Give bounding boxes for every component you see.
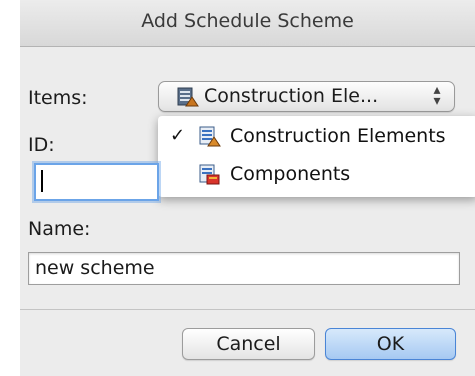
- divider: [20, 309, 475, 310]
- items-popup-value: Construction Ele...: [204, 85, 379, 107]
- checkmark-icon: ✓: [170, 125, 186, 146]
- items-label: Items:: [28, 87, 88, 109]
- items-popup-button[interactable]: Construction Ele... ▴ ▾: [158, 81, 455, 112]
- name-label: Name:: [28, 218, 91, 240]
- text-caret: [41, 170, 43, 192]
- title-bar[interactable]: Add Schedule Scheme: [20, 0, 475, 47]
- items-dropdown-menu: ✓ Construction Elements Components: [158, 116, 475, 197]
- add-schedule-scheme-dialog: Add Schedule Scheme Items: Construction …: [20, 0, 475, 376]
- dialog-title: Add Schedule Scheme: [141, 10, 354, 32]
- construction-elements-icon: [199, 126, 221, 147]
- menu-item-construction-elements[interactable]: ✓ Construction Elements: [158, 122, 475, 152]
- cancel-button[interactable]: Cancel: [182, 328, 315, 360]
- updown-arrows-icon: ▴ ▾: [433, 82, 441, 109]
- name-input[interactable]: new scheme: [28, 252, 460, 285]
- menu-item-label: Construction Elements: [230, 125, 446, 147]
- components-icon: [199, 164, 220, 185]
- name-input-value: new scheme: [35, 257, 155, 279]
- ok-button[interactable]: OK: [325, 328, 456, 360]
- menu-item-label: Components: [230, 163, 351, 185]
- menu-item-components[interactable]: Components: [158, 160, 475, 190]
- id-label: ID:: [28, 134, 55, 156]
- id-input[interactable]: [34, 163, 159, 201]
- construction-elements-icon: [177, 87, 199, 107]
